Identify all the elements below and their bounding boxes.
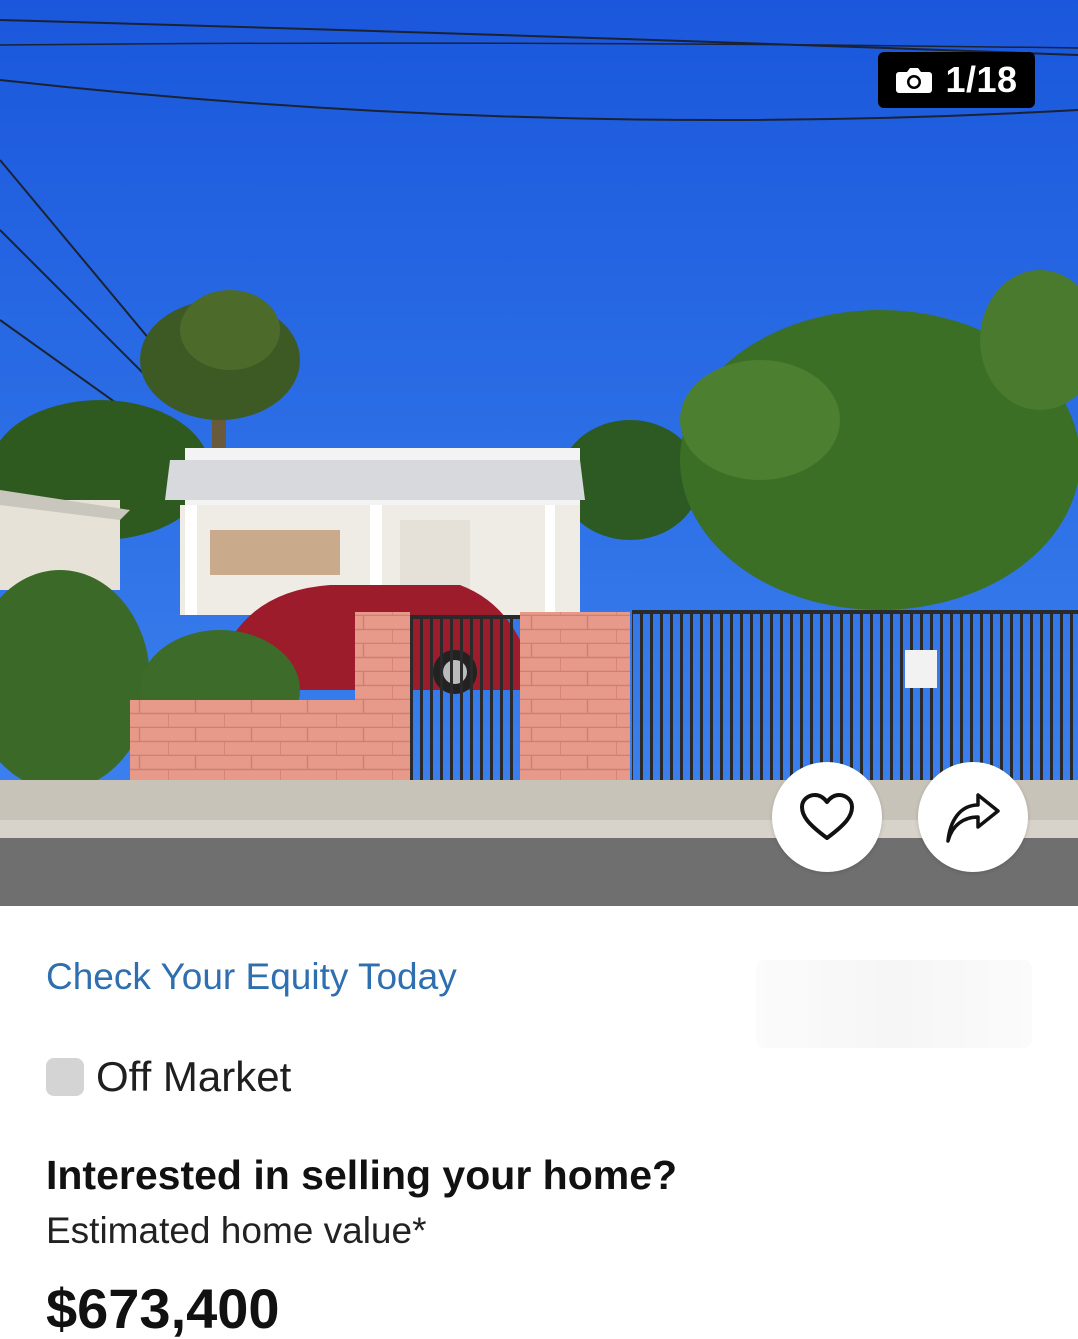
status-label: Off Market <box>96 1053 292 1100</box>
photo-counter[interactable]: 1/18 <box>878 52 1035 108</box>
listing-photo[interactable]: 1/18 <box>0 0 1078 906</box>
listing-status: Off Market <box>46 1053 291 1101</box>
estimate-label: Estimated home value* <box>46 1210 427 1251</box>
heart-icon <box>800 793 854 840</box>
photo-count: 1/18 <box>945 59 1018 100</box>
share-button[interactable] <box>918 762 1028 872</box>
placeholder-block <box>756 960 1032 1048</box>
favorite-button[interactable] <box>772 762 882 872</box>
status-dot-icon <box>46 1058 84 1096</box>
sell-heading: Interested in selling your home? <box>46 1152 678 1198</box>
estimate-value: $673,400 <box>46 1277 280 1339</box>
share-arrow-icon <box>946 793 1000 843</box>
camera-icon <box>896 68 933 93</box>
house-photo[interactable] <box>0 0 1078 906</box>
check-equity-link[interactable]: Check Your Equity Today <box>46 956 457 998</box>
